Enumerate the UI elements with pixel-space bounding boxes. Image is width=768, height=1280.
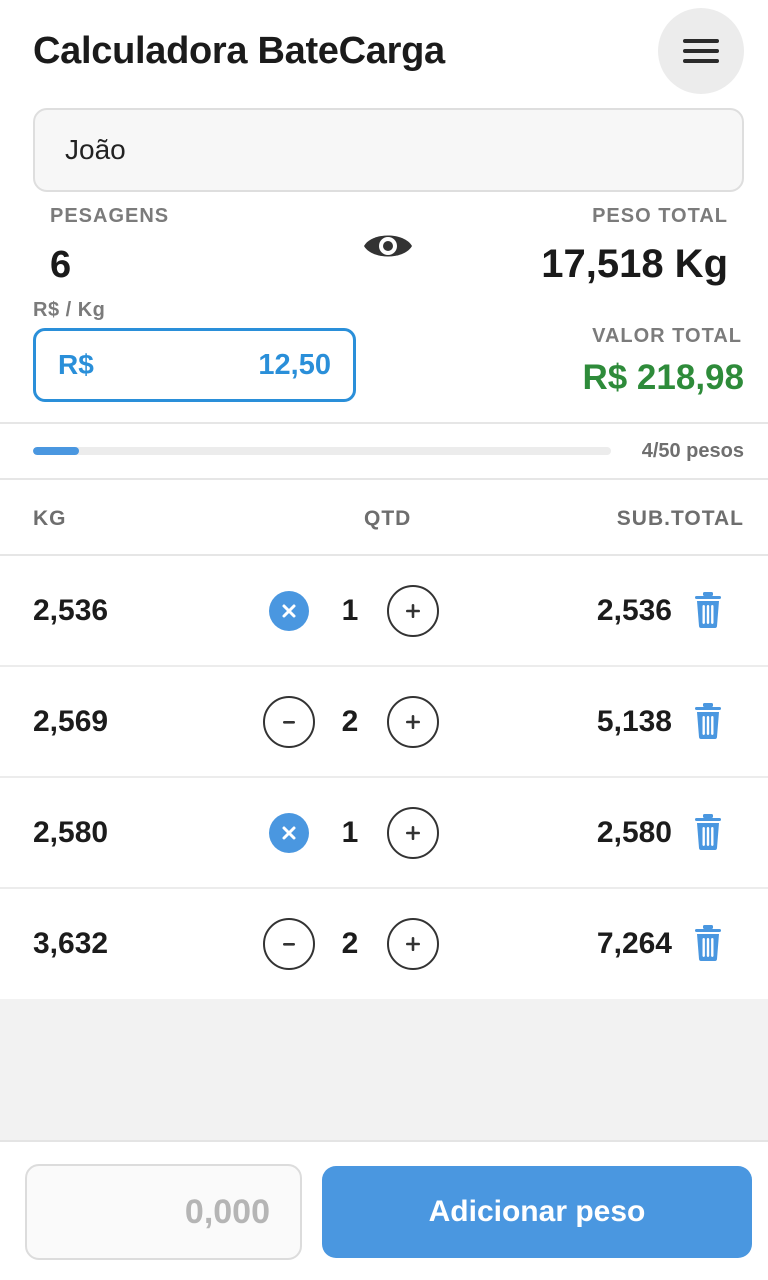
peso-total-label: PESO TOTAL: [592, 205, 728, 227]
plus-icon: [406, 715, 420, 729]
table-row: 2,580 1 2,580: [0, 778, 768, 889]
close-icon: [282, 604, 296, 618]
menu-button[interactable]: [658, 8, 744, 94]
trash-icon: [695, 814, 721, 850]
weights-list: 2,536 1 2,536 2,569 2 5,138 2,580 1 2,580 3,632 2 7…: [0, 556, 768, 1000]
delete-row-button[interactable]: [690, 812, 726, 852]
add-weight-button[interactable]: Adicionar peso: [322, 1166, 752, 1258]
divider: [0, 422, 768, 424]
table-row: 2,569 2 5,138: [0, 667, 768, 778]
close-icon: [282, 826, 296, 840]
weight-input[interactable]: [25, 1164, 302, 1260]
hamburger-icon: [683, 39, 719, 63]
column-header-kg: KG: [33, 507, 67, 530]
remove-weight-button[interactable]: [269, 813, 309, 853]
cell-subtotal: 2,580: [596, 816, 672, 849]
trash-icon: [695, 703, 721, 739]
cell-qtd: 1: [341, 816, 359, 849]
eye-icon: [364, 235, 412, 257]
peso-total-value: 17,518 Kg: [541, 242, 728, 286]
cell-kg: 2,536: [33, 594, 109, 627]
list-empty-area: [0, 999, 768, 1140]
delete-row-button[interactable]: [690, 701, 726, 741]
progress-fill: [33, 447, 80, 455]
increment-button[interactable]: [387, 585, 439, 637]
plus-icon: [406, 604, 420, 618]
cell-qtd: 1: [341, 594, 359, 627]
cell-subtotal: 2,536: [596, 594, 672, 627]
delete-row-button[interactable]: [690, 923, 726, 963]
app-title: Calculadora BateCarga: [33, 30, 445, 72]
divider: [0, 478, 768, 480]
trash-icon: [695, 925, 721, 961]
minus-icon: [283, 721, 295, 724]
cell-kg: 2,580: [33, 816, 109, 849]
table-row: 3,632 2 7,264: [0, 889, 768, 1000]
delete-row-button[interactable]: [690, 590, 726, 630]
currency-prefix: R$: [58, 349, 94, 380]
column-header-subtotal: SUB.TOTAL: [616, 507, 744, 530]
progress-text: 4/50 pesos: [641, 440, 744, 462]
increment-button[interactable]: [387, 696, 439, 748]
cell-qtd: 2: [341, 705, 359, 738]
weighing-progress-bar: [33, 447, 611, 455]
cell-subtotal: 7,264: [596, 927, 672, 960]
decrement-button[interactable]: [263, 918, 315, 970]
price-per-kg-label: R$ / Kg: [33, 299, 106, 321]
price-per-kg-value[interactable]: 12,50: [258, 349, 331, 382]
price-per-kg-field[interactable]: R$ 12,50: [33, 328, 356, 402]
minus-icon: [283, 943, 295, 946]
pesagens-value: 6: [50, 244, 72, 286]
valor-total-value: R$ 218,98: [582, 358, 744, 397]
valor-total-label: VALOR TOTAL: [592, 325, 742, 347]
trash-icon: [695, 592, 721, 628]
decrement-button[interactable]: [263, 696, 315, 748]
table-row: 2,536 1 2,536: [0, 556, 768, 667]
increment-button[interactable]: [387, 807, 439, 859]
cell-kg: 2,569: [33, 705, 109, 738]
pesagens-label: PESAGENS: [50, 205, 170, 227]
footer-bar: Adicionar peso: [0, 1140, 768, 1280]
toggle-visibility-button[interactable]: [362, 226, 414, 266]
increment-button[interactable]: [387, 918, 439, 970]
client-name-input[interactable]: [33, 108, 744, 192]
plus-icon: [406, 937, 420, 951]
column-header-qtd: QTD: [364, 507, 412, 530]
remove-weight-button[interactable]: [269, 591, 309, 631]
cell-qtd: 2: [341, 927, 359, 960]
cell-subtotal: 5,138: [596, 705, 672, 738]
plus-icon: [406, 826, 420, 840]
app-header: Calculadora BateCarga: [0, 0, 768, 105]
cell-kg: 3,632: [33, 927, 109, 960]
